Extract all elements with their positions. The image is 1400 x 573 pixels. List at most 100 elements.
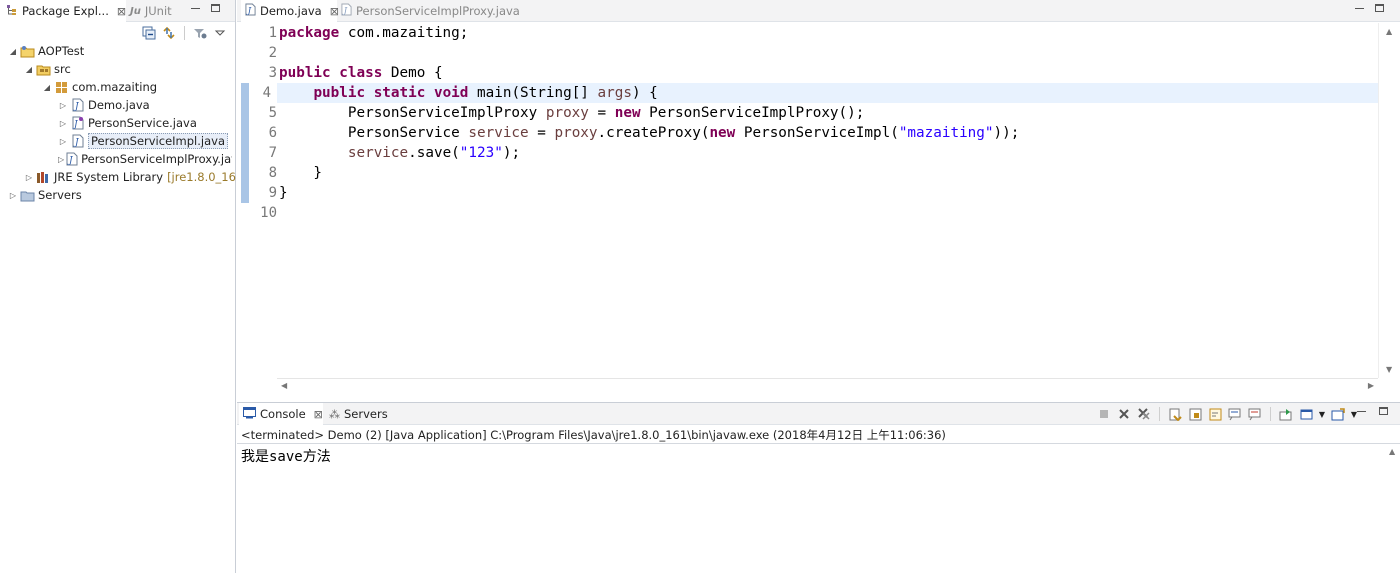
tab-proxy-label: PersonServiceImplProxy.java	[356, 4, 520, 18]
console-tabbar: Console ⊠ ⁂ Servers ▼ ▼	[237, 403, 1400, 425]
maximize-icon[interactable]	[1375, 4, 1384, 12]
show-on-output-icon[interactable]	[1227, 406, 1243, 422]
editor-tabbar: J Demo.java ⊠ J PersonServiceImplProxy.j…	[237, 0, 1400, 22]
editor-horizontal-scrollbar[interactable]: ◀ ▶	[277, 378, 1378, 392]
expand-toggle-icon[interactable]: ◢	[8, 47, 18, 56]
expand-toggle-icon[interactable]: ▷	[58, 119, 68, 128]
remove-launch-icon[interactable]	[1116, 406, 1132, 422]
close-icon[interactable]: ⊠	[330, 5, 339, 18]
code-line-4-current: public static void main(String[] args) {	[277, 83, 1400, 103]
minimize-icon[interactable]	[1357, 411, 1366, 412]
expand-toggle-icon[interactable]: ▷	[58, 155, 64, 164]
remove-all-terminated-icon[interactable]	[1136, 406, 1152, 422]
show-on-error-icon[interactable]	[1247, 406, 1263, 422]
open-console-icon[interactable]	[1330, 406, 1346, 422]
line-number: 1	[268, 25, 277, 41]
chevron-down-icon[interactable]: ▼	[1318, 406, 1326, 422]
servers-icon: ⁂	[329, 407, 340, 421]
close-icon[interactable]: ⊠	[117, 5, 126, 18]
code-line-8: }	[279, 165, 323, 181]
maximize-icon[interactable]	[1379, 407, 1388, 415]
view-menu-chevron-down-icon[interactable]	[213, 26, 227, 40]
close-icon[interactable]: ⊠	[314, 408, 323, 421]
line-number: 8	[268, 165, 277, 181]
maximize-icon[interactable]	[211, 4, 220, 12]
tree-item-personservice-java[interactable]: ▷ J PersonService.java	[58, 114, 197, 132]
toolbar-separator	[184, 26, 185, 40]
tree-item-aoptest[interactable]: ◢ AOPTest	[8, 42, 84, 60]
package-icon	[54, 80, 69, 95]
line-number: 4	[262, 85, 271, 101]
expand-toggle-icon[interactable]: ▷	[58, 137, 68, 146]
console-toolbar: ▼ ▼	[1096, 405, 1358, 423]
package-explorer-icon	[6, 4, 18, 19]
tab-demo-java-label: Demo.java	[260, 4, 322, 18]
tab-package-explorer[interactable]: Package Expl... ⊠	[0, 0, 126, 22]
scroll-left-icon[interactable]: ◀	[281, 381, 287, 390]
display-console-icon[interactable]	[1298, 406, 1314, 422]
filter-icon[interactable]	[193, 26, 207, 40]
tree-item-label: PersonServiceImpl.java	[88, 133, 228, 149]
tree-item-jre-library[interactable]: ▷ JRE System Library [jre1.8.0_161]	[24, 168, 248, 186]
line-number: 5	[268, 105, 277, 121]
console-vertical-scrollbar[interactable]: ▲	[1384, 443, 1400, 573]
expand-toggle-icon[interactable]: ◢	[42, 83, 52, 92]
java-file-icon: J	[70, 134, 85, 149]
scroll-right-icon[interactable]: ▶	[1368, 381, 1374, 390]
editor-vertical-scrollbar[interactable]: ▲ ▼	[1378, 23, 1400, 378]
tab-package-explorer-label: Package Expl...	[22, 4, 109, 18]
tab-demo-java[interactable]: J Demo.java ⊠	[241, 0, 339, 22]
tree-item-src[interactable]: ◢ src	[24, 60, 71, 78]
expand-toggle-icon[interactable]: ◢	[24, 65, 34, 74]
line-number: 7	[268, 145, 277, 161]
tab-servers[interactable]: ⁂ Servers	[329, 403, 393, 425]
code-line-7: service.save("123");	[347, 145, 521, 161]
tab-servers-label: Servers	[344, 407, 388, 421]
link-with-editor-icon[interactable]	[162, 26, 176, 40]
tab-junit-label: JUnit	[144, 4, 172, 18]
explorer-toolbar	[142, 24, 227, 42]
java-file-icon: J	[70, 98, 85, 113]
jre-version-decoration: [jre1.8.0_161]	[167, 170, 248, 184]
console-view: Console ⊠ ⁂ Servers ▼ ▼ <terminated> Dem…	[237, 402, 1400, 573]
console-icon	[243, 406, 256, 422]
tree-item-demo-java[interactable]: ▷ J Demo.java	[58, 96, 150, 114]
tree-item-label: PersonServiceImplProxy.java	[81, 152, 232, 166]
scroll-up-icon[interactable]: ▲	[1386, 27, 1392, 36]
tree-item-label: JRE System Library	[54, 170, 164, 184]
tab-console-label: Console	[260, 407, 306, 421]
tab-personserviceimplproxy-java[interactable]: J PersonServiceImplProxy.java	[341, 0, 521, 22]
library-icon	[36, 170, 51, 185]
chevron-down-icon[interactable]: ▼	[1350, 406, 1358, 422]
code-line-5: PersonServiceImplProxy proxy = new Perso…	[347, 105, 865, 121]
scroll-lock-icon[interactable]	[1187, 406, 1203, 422]
tree-item-label: com.mazaiting	[72, 80, 158, 94]
java-editor: J Demo.java ⊠ J PersonServiceImplProxy.j…	[237, 0, 1400, 398]
minimize-icon[interactable]	[191, 8, 200, 9]
tree-item-servers[interactable]: ▷ Servers	[8, 186, 82, 204]
console-output[interactable]: 我是save方法	[241, 446, 331, 466]
code-line-3: public class Demo {	[279, 65, 443, 81]
expand-toggle-icon[interactable]: ▷	[58, 101, 68, 110]
expand-toggle-icon[interactable]: ▷	[24, 173, 34, 182]
tree-item-personserviceimpl-java[interactable]: ▷ J PersonServiceImpl.java	[58, 132, 228, 150]
minimize-icon[interactable]	[1355, 8, 1364, 9]
clear-console-icon[interactable]	[1167, 406, 1183, 422]
tree-item-label: Servers	[38, 188, 82, 202]
pin-console-icon[interactable]	[1278, 406, 1294, 422]
console-divider	[237, 443, 1400, 444]
scroll-up-icon[interactable]: ▲	[1389, 447, 1395, 456]
toolbar-separator	[1159, 407, 1160, 421]
editor-text-area[interactable]: 1 2 3 4 5 6 7 8 9 10 ⊖ package com.mazai…	[237, 23, 1400, 378]
toolbar-separator	[1270, 407, 1271, 421]
tree-item-package[interactable]: ◢ com.mazaiting	[42, 78, 157, 96]
scroll-down-icon[interactable]: ▼	[1386, 365, 1392, 374]
tab-console[interactable]: Console ⊠	[239, 403, 323, 425]
word-wrap-icon[interactable]	[1207, 406, 1223, 422]
expand-toggle-icon[interactable]: ▷	[8, 191, 18, 200]
terminate-icon[interactable]	[1096, 406, 1112, 422]
tree-item-personserviceimplproxy-java[interactable]: ▷ J PersonServiceImplProxy.java	[58, 150, 232, 168]
java-file-icon: J	[66, 152, 78, 167]
tab-junit[interactable]: Ju JUnit	[130, 0, 180, 22]
collapse-all-icon[interactable]	[142, 26, 156, 40]
